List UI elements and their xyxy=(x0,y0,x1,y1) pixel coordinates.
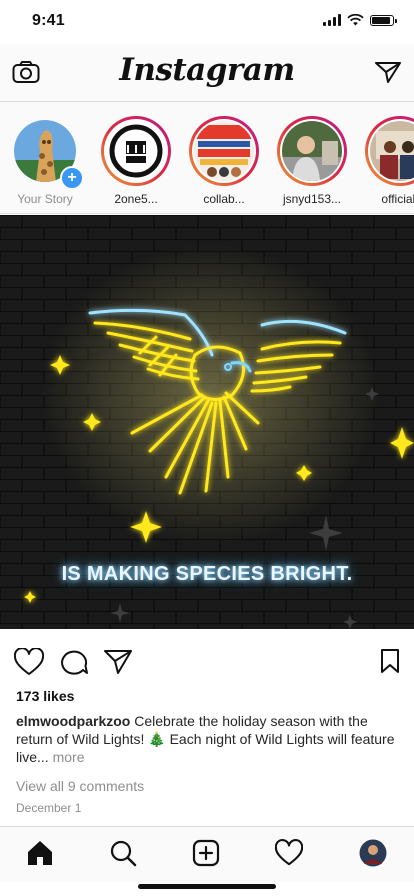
story-item[interactable]: jsnyd153... xyxy=(271,116,353,206)
story-label: officialt xyxy=(381,192,414,206)
poster-avatar xyxy=(194,121,254,181)
story-label: 2one5... xyxy=(114,192,158,206)
status-icons xyxy=(323,14,397,26)
search-icon[interactable] xyxy=(109,839,137,867)
story-label: collab... xyxy=(203,192,245,206)
story-label: jsnyd153... xyxy=(282,192,342,206)
image-overlay-text: IS MAKING SPECIES BRIGHT. xyxy=(61,563,353,585)
status-time: 9:41 xyxy=(32,12,65,29)
group-avatar xyxy=(370,121,414,181)
caption-username[interactable]: elmwoodparkzoo xyxy=(16,713,130,729)
comment-icon[interactable] xyxy=(59,648,89,676)
direct-message-icon[interactable] xyxy=(374,60,402,84)
story-item[interactable]: collab... xyxy=(183,116,265,206)
activity-heart-icon[interactable] xyxy=(275,839,303,867)
profile-avatar[interactable] xyxy=(359,839,387,867)
man-avatar xyxy=(282,121,342,181)
story-your-story[interactable]: + Your Story xyxy=(4,116,86,206)
save-bookmark-icon[interactable] xyxy=(380,648,400,674)
home-icon[interactable] xyxy=(26,839,54,867)
battery-fill xyxy=(372,16,390,24)
status-bar: 9:41 xyxy=(0,0,414,44)
like-heart-icon[interactable] xyxy=(14,648,44,676)
home-indicator xyxy=(138,884,276,889)
new-post-icon[interactable] xyxy=(192,839,220,867)
post-date: December 1 xyxy=(16,801,82,815)
more-link[interactable]: more xyxy=(53,749,85,765)
battery-icon xyxy=(370,14,397,26)
add-story-icon[interactable]: + xyxy=(60,166,84,190)
story-item[interactable]: 2one5... xyxy=(95,116,177,206)
post-image[interactable]: IS MAKING SPECIES BRIGHT. xyxy=(0,215,414,629)
signal-icon xyxy=(323,14,341,26)
likes-count[interactable]: 173 likes xyxy=(16,688,74,704)
story-item[interactable]: officialt xyxy=(359,116,414,206)
view-comments-link[interactable]: View all 9 comments xyxy=(16,778,144,794)
bottom-tab-bar xyxy=(0,826,414,882)
post-actions xyxy=(0,640,414,680)
app-title: Instagram xyxy=(119,52,295,88)
stories-tray: + Your Story 2one5... collab... jsnyd153… xyxy=(0,102,414,214)
post-caption: elmwoodparkzoo Celebrate the holiday sea… xyxy=(16,712,401,766)
logo-avatar xyxy=(106,121,166,181)
top-nav: Instagram xyxy=(0,44,414,102)
wifi-icon xyxy=(347,14,364,26)
story-label: Your Story xyxy=(17,192,73,206)
share-icon[interactable] xyxy=(103,648,133,676)
